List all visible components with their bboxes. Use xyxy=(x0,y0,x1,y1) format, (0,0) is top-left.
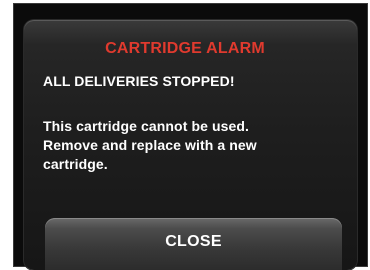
alarm-message-line: This cartridge cannot be used. xyxy=(43,118,250,134)
alarm-message: This cartridge cannot be used. Remove an… xyxy=(43,117,333,174)
alarm-message-line: Remove and replace with a new xyxy=(43,137,257,153)
alarm-title: CARTRIDGE ALARM xyxy=(105,40,265,57)
close-button[interactable]: CLOSE xyxy=(45,218,342,270)
alarm-subtitle: ALL DELIVERIES STOPPED! xyxy=(43,73,235,89)
alarm-message-line: cartridge. xyxy=(43,156,108,172)
